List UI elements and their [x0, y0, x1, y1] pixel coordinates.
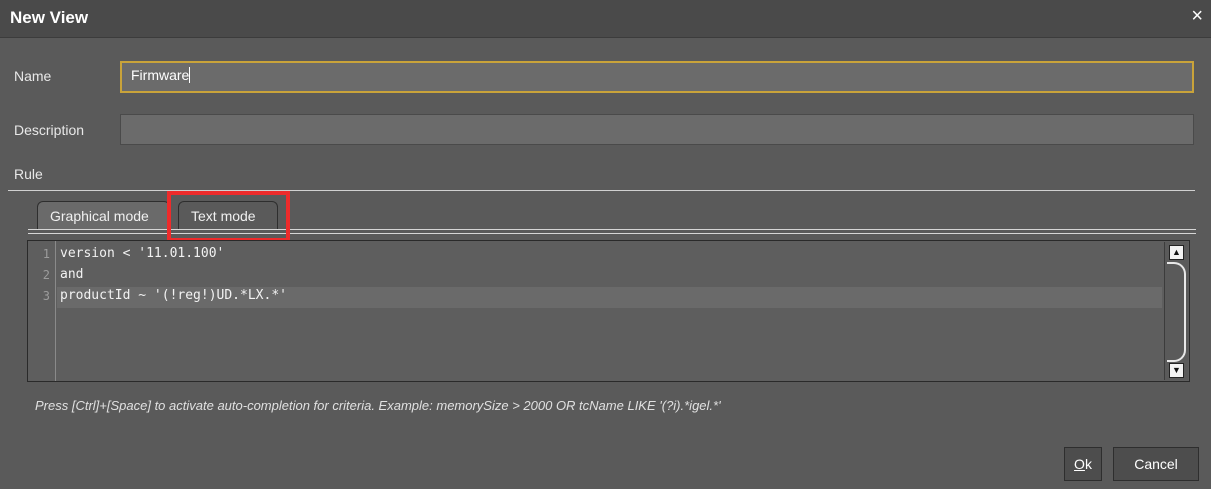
tab-graphical-mode[interactable]: Graphical mode: [37, 201, 170, 229]
description-input[interactable]: [120, 114, 1194, 145]
rule-editor[interactable]: 1 2 3 version < '11.01.100' and productI…: [27, 240, 1190, 382]
cancel-button[interactable]: Cancel: [1113, 447, 1199, 481]
name-label: Name: [14, 68, 52, 84]
ok-label-rest: k: [1084, 456, 1092, 472]
code-line: version < '11.01.100': [60, 246, 225, 261]
highlight-box: [167, 191, 290, 242]
line-number: 1: [42, 247, 50, 261]
ok-button[interactable]: Ok: [1064, 447, 1102, 481]
line-number: 3: [42, 289, 50, 303]
scroll-down-icon[interactable]: ▼: [1169, 363, 1184, 378]
rule-label: Rule: [14, 166, 43, 182]
text-cursor: [189, 67, 191, 83]
vertical-scrollbar[interactable]: ▲ ▼: [1164, 242, 1188, 380]
close-icon[interactable]: ×: [1191, 5, 1203, 28]
name-input[interactable]: Firmware: [120, 61, 1194, 93]
autocomplete-hint: Press [Ctrl]+[Space] to activate auto-co…: [35, 398, 721, 413]
code-line: and: [60, 267, 84, 282]
scroll-up-icon[interactable]: ▲: [1169, 245, 1184, 260]
line-number: 2: [42, 268, 50, 282]
ok-mnemonic: O: [1074, 456, 1085, 472]
code-line: productId ~ '(!reg!)UD.*LX.*': [60, 288, 287, 303]
description-label: Description: [14, 122, 85, 138]
dialog-titlebar: New View ×: [0, 0, 1211, 38]
scroll-thumb[interactable]: [1167, 262, 1186, 362]
line-number-gutter: 1 2 3: [28, 241, 56, 381]
name-value: Firmware: [131, 67, 190, 83]
dialog-title: New View: [10, 8, 89, 27]
